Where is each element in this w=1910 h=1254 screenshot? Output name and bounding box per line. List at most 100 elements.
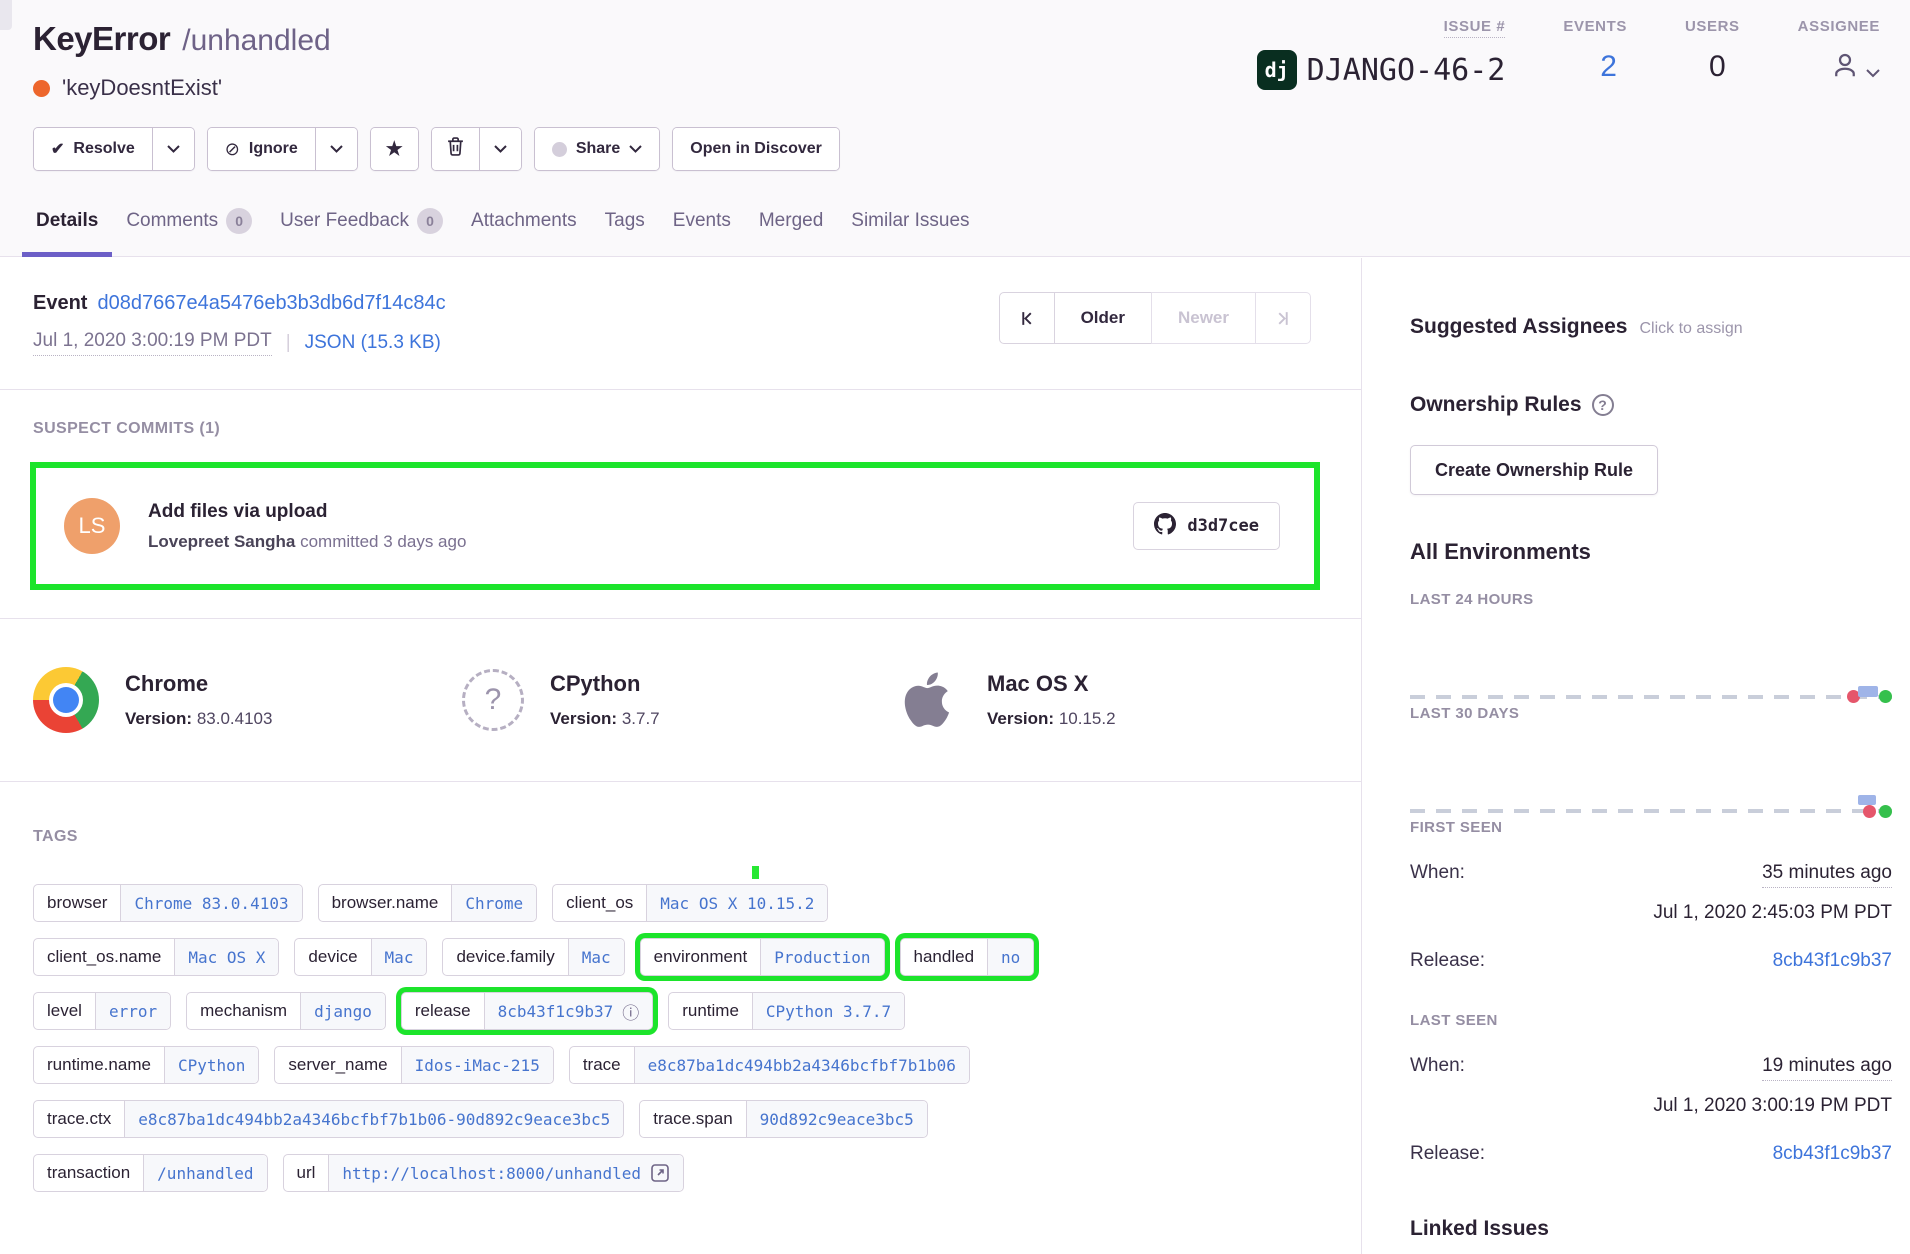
resolve-dropdown-button[interactable]: [152, 128, 194, 170]
first-seen-relative-time: 35 minutes ago: [1762, 862, 1892, 888]
tag-release-highlighted[interactable]: release8cb43f1c9b37ⓘ: [401, 992, 653, 1030]
tag-environment-highlighted[interactable]: environmentProduction: [640, 938, 885, 976]
tag-client-os-name[interactable]: client_os.nameMac OS X: [33, 938, 279, 976]
ignore-dropdown-button[interactable]: [315, 128, 357, 170]
info-icon[interactable]: ⓘ: [622, 999, 639, 1024]
external-link-icon[interactable]: [650, 1163, 670, 1183]
context-name: Mac OS X: [987, 671, 1116, 697]
tag-url[interactable]: urlhttp://localhost:8000/unhandled: [283, 1154, 685, 1192]
tag-transaction[interactable]: transaction/unhandled: [33, 1154, 268, 1192]
issue-tabs: Details Comments0 User Feedback0 Attachm…: [22, 194, 984, 257]
chevron-down-icon: [330, 140, 343, 158]
first-seen-when-row: When: 35 minutes ago: [1410, 862, 1892, 888]
last-24-hours-sparkline: [1410, 608, 1892, 705]
tag-handled-highlighted[interactable]: handledno: [900, 938, 1035, 976]
sparkline-axis: [1410, 695, 1892, 699]
users-count[interactable]: 0: [1685, 50, 1740, 84]
oldest-event-button[interactable]: [999, 292, 1055, 344]
tag-row: browserChrome 83.0.4103 browser.nameChro…: [33, 884, 1328, 922]
share-button[interactable]: Share: [535, 128, 659, 170]
tab-user-feedback[interactable]: User Feedback0: [266, 194, 457, 257]
share-button-group: Share: [534, 127, 660, 171]
event-bar: [1858, 686, 1878, 697]
tab-tags[interactable]: Tags: [591, 194, 659, 257]
delete-button[interactable]: [432, 128, 479, 170]
star-button[interactable]: ★: [371, 128, 418, 170]
context-name: Chrome: [125, 671, 272, 697]
newer-event-button: Newer: [1151, 292, 1256, 344]
trash-icon: [447, 137, 464, 162]
suspect-commit-row-highlighted[interactable]: LS Add files via upload Lovepreet Sangha…: [30, 462, 1320, 590]
issue-stats: ISSUE # dj DJANGO-46-2 EVENTS 2 USERS 0 …: [1257, 18, 1880, 90]
tag-browser[interactable]: browserChrome 83.0.4103: [33, 884, 303, 922]
tag-row: levelerror mechanismdjango release8cb43f…: [33, 992, 1328, 1030]
tab-attachments[interactable]: Attachments: [457, 194, 591, 257]
ignore-button[interactable]: ⊘ Ignore: [208, 128, 315, 170]
sparkline-axis: [1410, 809, 1892, 813]
tag-server-name[interactable]: server_nameIdos-iMac-215: [274, 1046, 553, 1084]
stat-assignee: ASSIGNEE: [1798, 18, 1880, 90]
delete-button-group: [431, 127, 522, 171]
apple-icon: [895, 667, 961, 733]
older-event-button[interactable]: Older: [1054, 292, 1152, 344]
when-label: When:: [1410, 1055, 1465, 1077]
last-seen-when-row: When: 19 minutes ago: [1410, 1055, 1892, 1081]
star-icon: ★: [386, 138, 403, 161]
divider: |: [286, 332, 291, 354]
help-icon[interactable]: ?: [1592, 394, 1614, 416]
feedback-count-badge: 0: [417, 208, 443, 234]
event-json-link[interactable]: JSON (15.3 KB): [305, 332, 441, 354]
delete-dropdown-button[interactable]: [479, 128, 521, 170]
last-seen-release-row: Release: 8cb43f1c9b37: [1410, 1143, 1892, 1165]
issue-message-row: 'keyDoesntExist': [33, 75, 222, 101]
users-label: USERS: [1685, 18, 1740, 35]
tab-details[interactable]: Details: [22, 194, 112, 257]
last-seen-release-link[interactable]: 8cb43f1c9b37: [1773, 1143, 1892, 1165]
tag-trace-ctx[interactable]: trace.ctxe8c87ba1dc494bb2a4346bcfbf7b1b0…: [33, 1100, 624, 1138]
ownership-rules-title: Ownership Rules: [1410, 393, 1582, 417]
last-seen-marker: [1879, 805, 1892, 818]
create-ownership-rule-button[interactable]: Create Ownership Rule: [1410, 445, 1658, 495]
tag-row: transaction/unhandled urlhttp://localhos…: [33, 1154, 1328, 1192]
event-id-row: Event d08d7667e4a5476eb3b3db6d7f14c84c: [33, 292, 446, 315]
resolve-button[interactable]: ✔ Resolve: [34, 128, 152, 170]
commit-info: Add files via upload Lovepreet Sangha co…: [148, 501, 466, 552]
tag-client-os[interactable]: client_osMac OS X 10.15.2: [552, 884, 828, 922]
first-seen-marker: [1863, 805, 1876, 818]
tab-events[interactable]: Events: [659, 194, 745, 257]
open-in-discover-button[interactable]: Open in Discover: [673, 128, 839, 170]
last-seen-relative-time: 19 minutes ago: [1762, 1055, 1892, 1081]
tag-runtime-name[interactable]: runtime.nameCPython: [33, 1046, 259, 1084]
scrollbar-artifact: [0, 0, 12, 30]
event-pagination: Older Newer: [999, 292, 1311, 344]
first-seen-release-link[interactable]: 8cb43f1c9b37: [1773, 950, 1892, 972]
events-label: EVENTS: [1563, 18, 1627, 35]
error-level-dot: [33, 80, 50, 97]
context-browser: Chrome Version: 83.0.4103: [33, 667, 460, 733]
ownership-rules-header: Ownership Rules ?: [1410, 393, 1892, 417]
tab-similar-issues[interactable]: Similar Issues: [837, 194, 983, 257]
tag-device[interactable]: deviceMac: [294, 938, 427, 976]
tag-runtime[interactable]: runtimeCPython 3.7.7: [668, 992, 905, 1030]
assignee-selector[interactable]: [1798, 50, 1880, 88]
commit-sha-button[interactable]: d3d7cee: [1133, 502, 1280, 550]
issue-title-row: KeyError /unhandled: [33, 20, 331, 58]
tag-level[interactable]: levelerror: [33, 992, 171, 1030]
annotation-tick: [752, 866, 759, 879]
stat-users: USERS 0: [1685, 18, 1740, 90]
tag-device-family[interactable]: device.familyMac: [442, 938, 624, 976]
events-count[interactable]: 2: [1563, 50, 1627, 84]
event-id-link[interactable]: d08d7667e4a5476eb3b3db6d7f14c84c: [97, 292, 445, 315]
issue-header: KeyError /unhandled 'keyDoesntExist' ISS…: [0, 0, 1910, 257]
stat-events: EVENTS 2: [1563, 18, 1627, 90]
check-icon: ✔: [51, 139, 64, 159]
issue-number-value[interactable]: dj DJANGO-46-2: [1257, 50, 1506, 90]
tab-comments[interactable]: Comments0: [112, 194, 266, 257]
tag-browser-name[interactable]: browser.nameChrome: [318, 884, 538, 922]
share-status-icon: [552, 142, 567, 157]
tag-trace-span[interactable]: trace.span90d892c9eace3bc5: [639, 1100, 928, 1138]
tag-trace[interactable]: tracee8c87ba1dc494bb2a4346bcfbf7b1b06: [569, 1046, 970, 1084]
tab-merged[interactable]: Merged: [745, 194, 837, 257]
stat-issue: ISSUE # dj DJANGO-46-2: [1257, 18, 1506, 90]
tag-mechanism[interactable]: mechanismdjango: [186, 992, 386, 1030]
